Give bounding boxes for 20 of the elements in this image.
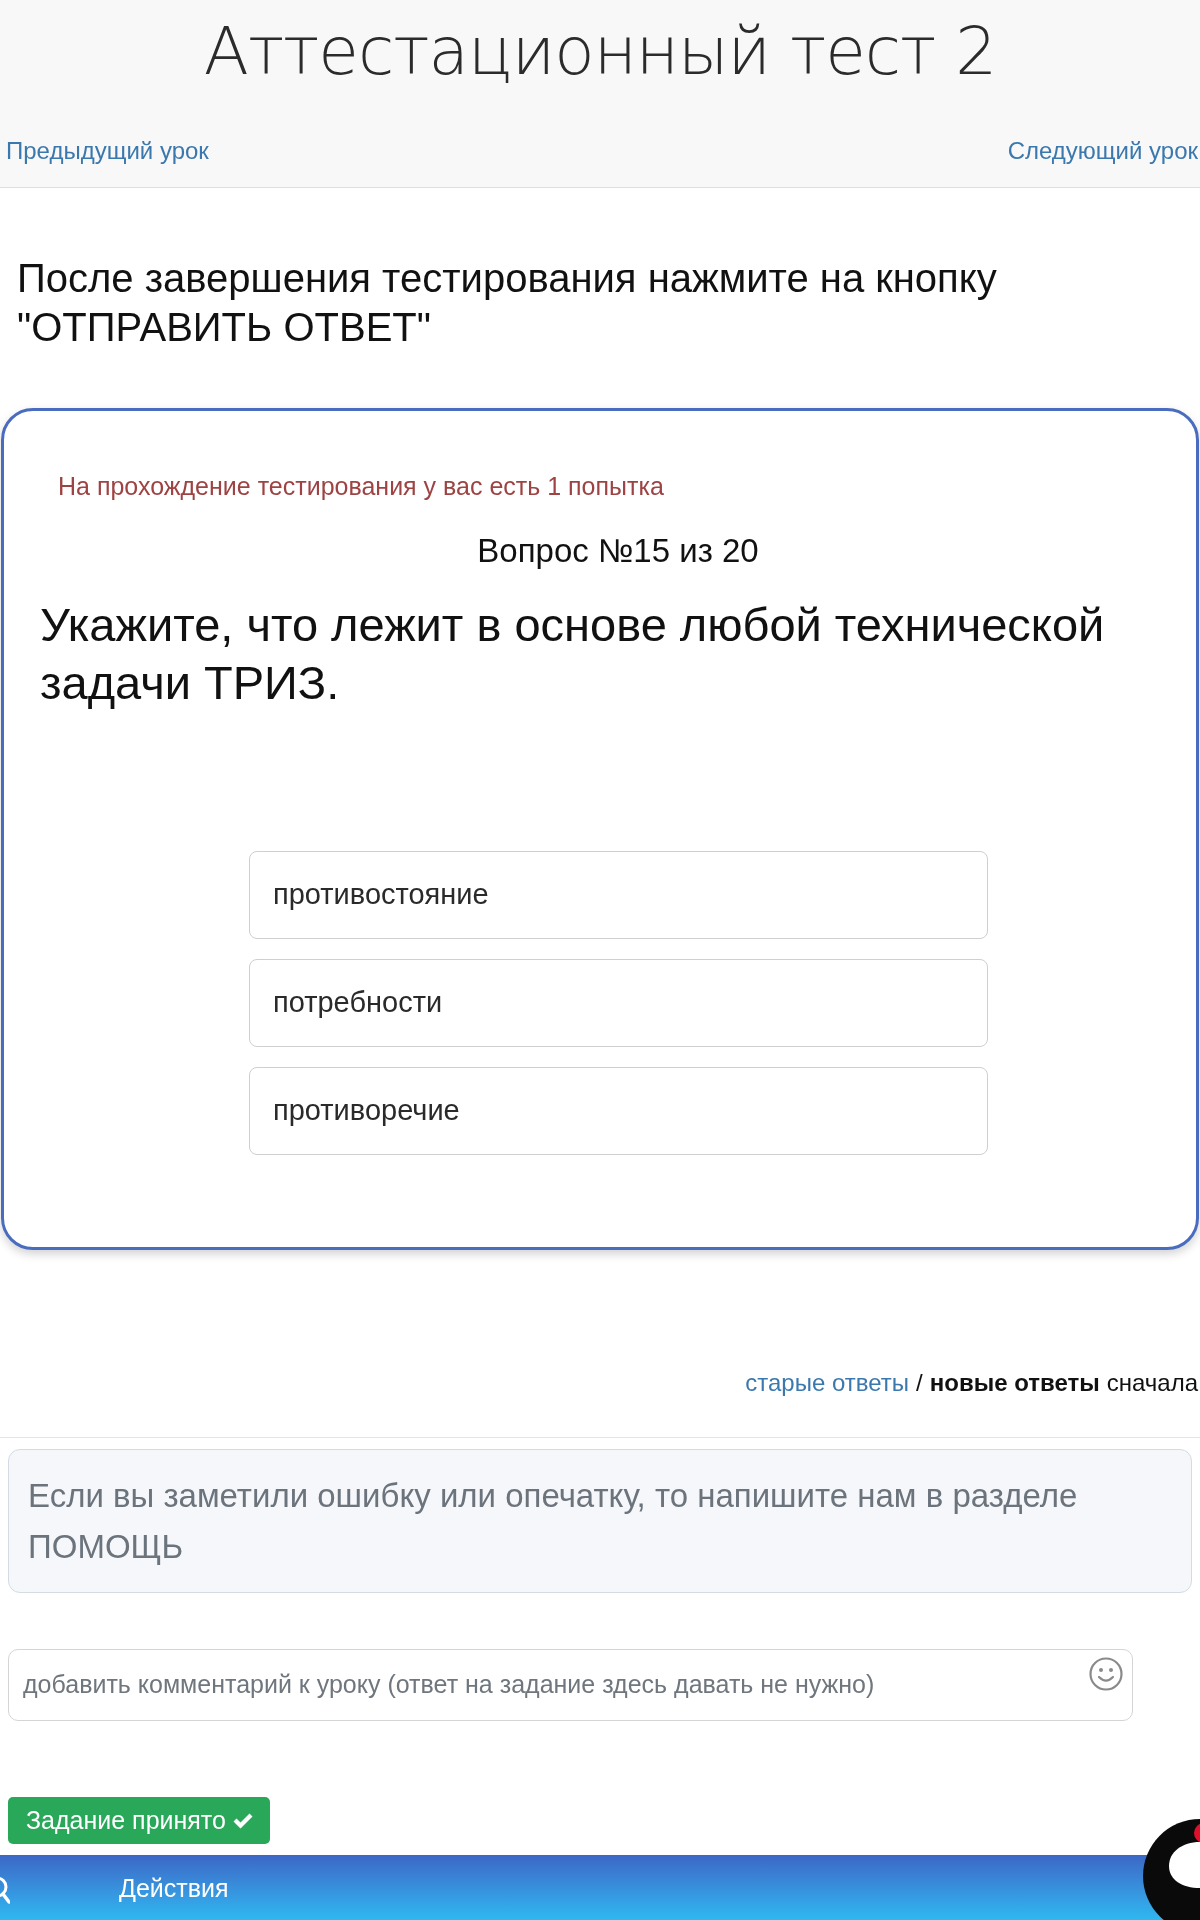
instruction-text: После завершения тестирования нажмите на кнопку "ОТПРАВИТЬ ОТВЕТ" <box>17 255 998 351</box>
question-counter: Вопрос №15 из 20 <box>476 531 760 571</box>
previous-lesson-link[interactable]: Предыдущий урок <box>0 136 209 166</box>
sort-separator: / <box>916 1368 923 1398</box>
sort-option[interactable]: новые ответы <box>929 1368 1100 1398</box>
question-text: Укажите, что лежит в основе любой технической задачи ТРИЗ. <box>40 597 1106 711</box>
sort-suffix-text: сначала <box>1106 1368 1198 1398</box>
actions-menu-button[interactable]: Действия <box>119 1871 229 1904</box>
answer-option[interactable]: противостояние <box>249 851 988 939</box>
attempts-note: На прохождение тестирования у вас есть 1 попытка <box>58 471 665 502</box>
sort-option[interactable]: старые ответы <box>745 1368 910 1398</box>
check-icon <box>231 1811 254 1830</box>
task-accepted-button[interactable]: Задание принято <box>8 1797 270 1844</box>
smiley-icon[interactable] <box>1089 1657 1123 1691</box>
answer-option[interactable]: противоречие <box>249 1067 988 1155</box>
answer-option[interactable]: потребности <box>249 959 988 1047</box>
error-report-notice: Если вы заметили ошибку или опечатку, то напишите нам в разделе ПОМОЩЬ <box>8 1449 1192 1593</box>
next-lesson-link[interactable]: Следующий урок <box>1007 136 1200 166</box>
comment-field[interactable]: добавить комментарий к уроку (ответ на задание здесь давать не нужно) <box>8 1649 1133 1721</box>
page-title: Аттестационный тест 2 <box>203 12 997 92</box>
